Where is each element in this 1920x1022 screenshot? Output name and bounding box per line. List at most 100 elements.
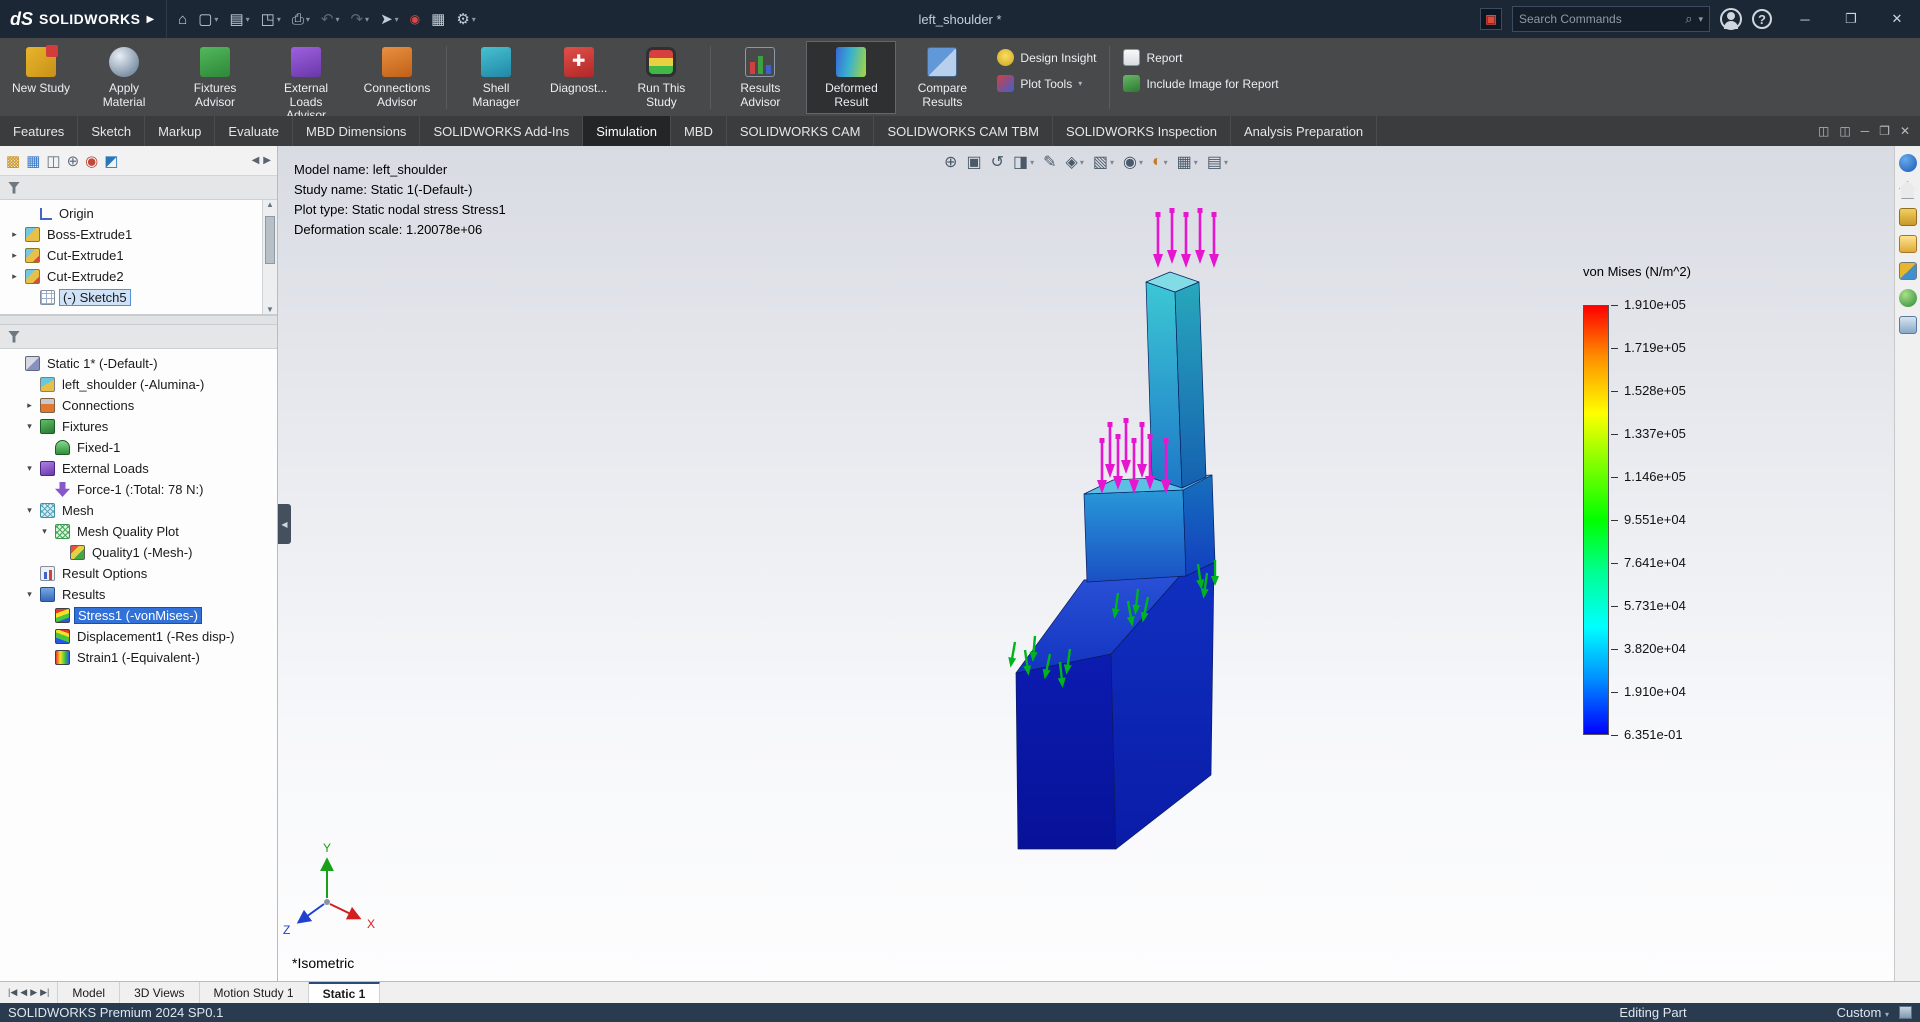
tree-item-cut-extrude1[interactable]: ▸ Cut-Extrude1: [2, 245, 261, 266]
help-icon[interactable]: ?: [1752, 9, 1772, 29]
doc-minimize-icon[interactable]: ─: [1861, 124, 1870, 138]
solidworks-logo[interactable]: dS SOLIDWORKS ▶: [0, 0, 167, 38]
tree-item-origin[interactable]: Origin: [2, 203, 261, 224]
tree-item-force-1[interactable]: Force-1 (:Total: 78 N:): [2, 479, 275, 500]
apply-material-button[interactable]: Apply Material: [79, 41, 169, 114]
new-document-button[interactable]: ▢▾: [193, 8, 223, 30]
property-manager-tab-icon[interactable]: ▦: [26, 152, 40, 170]
tab-3d-views[interactable]: 3D Views: [120, 982, 199, 1003]
open-button[interactable]: ▤▾: [224, 8, 254, 30]
shell-manager-button[interactable]: Shell Manager: [451, 41, 541, 114]
collapse-icon[interactable]: ▾: [23, 505, 36, 516]
tree-item-result-options[interactable]: Result Options: [2, 563, 275, 584]
view-palette-icon[interactable]: [1899, 262, 1917, 280]
panel-tab-next-icon[interactable]: ▶: [263, 155, 271, 166]
feature-tree-scrollbar[interactable]: ▲ ▼: [262, 200, 277, 314]
search-input[interactable]: [1519, 12, 1679, 26]
tab-static-1[interactable]: Static 1: [309, 982, 381, 1003]
collapse-icon[interactable]: ▾: [23, 421, 36, 432]
tab-mbd[interactable]: MBD: [671, 116, 727, 146]
tree-item-connections[interactable]: ▸ Connections: [2, 395, 275, 416]
tree-item-left-shoulder[interactable]: left_shoulder (-Alumina-): [2, 374, 275, 395]
tree-item-results[interactable]: ▾ Results: [2, 584, 275, 605]
search-dropdown-icon[interactable]: ▾: [1698, 14, 1703, 25]
external-loads-advisor-button[interactable]: External Loads Advisor: [261, 41, 351, 114]
tree-item-stress1[interactable]: Stress1 (-vonMises-): [2, 605, 275, 626]
scrollbar-thumb[interactable]: [265, 216, 275, 264]
collapse-icon[interactable]: ▾: [38, 526, 51, 537]
tab-solidworks-cam[interactable]: SOLIDWORKS CAM: [727, 116, 875, 146]
collapse-icon[interactable]: ▾: [23, 589, 36, 600]
study-tree-filter-bar[interactable]: [0, 325, 277, 349]
options-button[interactable]: ⚙▾: [451, 8, 480, 30]
tree-item-external-loads[interactable]: ▾ External Loads: [2, 458, 275, 479]
select-tool-button[interactable]: ➤▾: [375, 8, 404, 30]
tab-analysis-preparation[interactable]: Analysis Preparation: [1231, 116, 1377, 146]
print-button[interactable]: ⎙▾: [287, 9, 315, 30]
status-tag-icon[interactable]: [1899, 1006, 1912, 1019]
results-advisor-button[interactable]: Results Advisor: [715, 41, 805, 114]
doc-restore-icon[interactable]: ❐: [1879, 124, 1890, 138]
plot-tools-button[interactable]: Plot Tools ▾: [997, 75, 1096, 92]
tree-item-fixed-1[interactable]: Fixed-1: [2, 437, 275, 458]
tree-item-static-study[interactable]: Static 1* (-Default-): [2, 353, 275, 374]
display-manager-tab-icon[interactable]: ◉: [85, 152, 98, 170]
tab-evaluate[interactable]: Evaluate: [215, 116, 293, 146]
home-icon[interactable]: [1899, 181, 1917, 199]
pane-split-right-icon[interactable]: ◫: [1839, 124, 1850, 138]
3dexperience-icon[interactable]: ▣: [1480, 8, 1502, 30]
deformed-result-button[interactable]: Deformed Result: [806, 41, 896, 114]
search-icon[interactable]: ⌕: [1685, 11, 1692, 27]
close-button[interactable]: ✕: [1874, 0, 1920, 38]
tree-item-quality1[interactable]: Quality1 (-Mesh-): [2, 542, 275, 563]
expand-icon[interactable]: ▸: [8, 250, 21, 261]
diagnostics-button[interactable]: Diagnost...: [542, 41, 615, 114]
panel-tab-prev-icon[interactable]: ◀: [252, 155, 260, 166]
file-explorer-icon[interactable]: [1899, 235, 1917, 253]
panel-splitter[interactable]: [0, 315, 277, 325]
tree-item-cut-extrude2[interactable]: ▸ Cut-Extrude2: [2, 266, 261, 287]
resources-icon[interactable]: [1899, 154, 1917, 172]
scroll-up-icon[interactable]: ▲: [266, 200, 274, 209]
report-button[interactable]: Report: [1123, 49, 1278, 66]
first-tab-icon[interactable]: |◀: [8, 987, 17, 998]
welcome-button[interactable]: ⌂: [173, 9, 192, 30]
tree-item-displacement1[interactable]: Displacement1 (-Res disp-): [2, 626, 275, 647]
graphics-viewport[interactable]: Model name: left_shoulder Study name: St…: [278, 146, 1894, 981]
expand-icon[interactable]: ▸: [23, 400, 36, 411]
design-library-icon[interactable]: [1899, 208, 1917, 226]
design-insight-button[interactable]: Design Insight: [997, 49, 1096, 66]
compare-results-button[interactable]: Compare Results: [897, 41, 987, 114]
expand-icon[interactable]: ▸: [8, 229, 21, 240]
prev-tab-icon[interactable]: ◀: [20, 987, 27, 998]
last-tab-icon[interactable]: ▶|: [40, 987, 49, 998]
doc-close-icon[interactable]: ✕: [1900, 124, 1910, 138]
command-search[interactable]: ⌕ ▾: [1512, 6, 1710, 32]
undo-button[interactable]: ↶▾: [316, 8, 345, 30]
tree-item-fixtures[interactable]: ▾ Fixtures: [2, 416, 275, 437]
tab-solidworks-cam-tbm[interactable]: SOLIDWORKS CAM TBM: [874, 116, 1052, 146]
tab-markup[interactable]: Markup: [145, 116, 215, 146]
tree-item-strain1[interactable]: Strain1 (-Equivalent-): [2, 647, 275, 668]
user-account-icon[interactable]: [1720, 8, 1742, 30]
expand-icon[interactable]: ▸: [8, 271, 21, 282]
tree-item-mesh[interactable]: ▾ Mesh: [2, 500, 275, 521]
tab-mbd-dimensions[interactable]: MBD Dimensions: [293, 116, 420, 146]
restore-button[interactable]: ❐: [1828, 0, 1874, 38]
configuration-manager-tab-icon[interactable]: ◫: [46, 152, 60, 170]
save-button[interactable]: ◳▾: [256, 8, 286, 30]
connections-advisor-button[interactable]: Connections Advisor: [352, 41, 442, 114]
dim-xpert-tab-icon[interactable]: ⊕: [67, 152, 80, 170]
tree-item-boss-extrude1[interactable]: ▸ Boss-Extrude1: [2, 224, 261, 245]
simulation-manager-tab-icon[interactable]: ◩: [104, 152, 118, 170]
scroll-down-icon[interactable]: ▼: [266, 305, 274, 314]
tab-simulation[interactable]: Simulation: [583, 116, 671, 146]
record-button[interactable]: ◉: [405, 10, 425, 28]
tab-solidworks-add-ins[interactable]: SOLIDWORKS Add-Ins: [420, 116, 583, 146]
minimize-button[interactable]: ─: [1782, 0, 1828, 38]
tab-sketch[interactable]: Sketch: [78, 116, 145, 146]
appearances-icon[interactable]: [1899, 289, 1917, 307]
units-dropdown[interactable]: Custom ▾: [1837, 1005, 1889, 1020]
tab-features[interactable]: Features: [0, 116, 78, 146]
include-image-for-report-button[interactable]: Include Image for Report: [1123, 75, 1278, 92]
